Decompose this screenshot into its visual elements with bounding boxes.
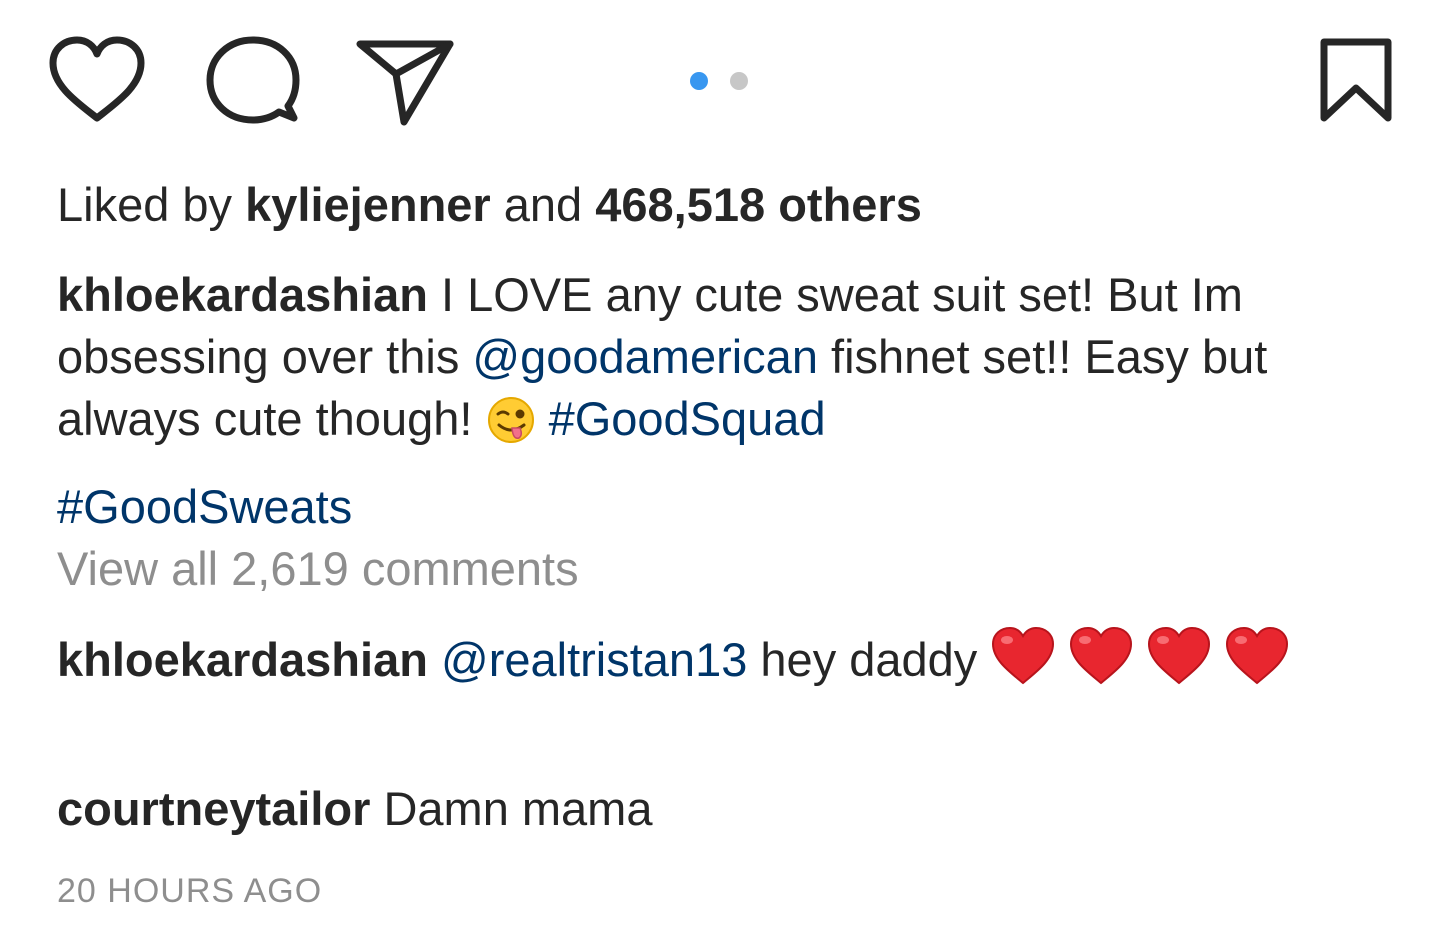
likes-middle: and — [490, 178, 596, 231]
bookmark-icon[interactable] — [1318, 38, 1394, 122]
liker-username-link[interactable]: kyliejenner — [245, 178, 491, 231]
red-heart-icon — [1068, 626, 1134, 717]
red-heart-icon — [1146, 626, 1212, 717]
heart-icon[interactable] — [48, 36, 146, 124]
red-heart-icon — [1224, 626, 1290, 717]
comment-username-link[interactable]: courtneytailor — [57, 782, 370, 835]
winking-face-with-tongue-icon — [486, 395, 536, 476]
heart-emoji-group — [990, 626, 1302, 686]
carousel-indicator — [690, 72, 760, 90]
comment-text: Damn mama — [370, 782, 653, 835]
red-heart-icon — [990, 626, 1056, 717]
comment-item: courtneytailor Damn mama — [57, 778, 1397, 840]
hashtag-link[interactable]: #GoodSquad — [549, 392, 826, 445]
likes-prefix: Liked by — [57, 178, 246, 231]
comment-item: khloekardashian @realtristan13 hey daddy — [57, 626, 1397, 717]
paper-plane-icon[interactable] — [356, 38, 456, 128]
post-caption: khloekardashian I LOVE any cute sweat su… — [57, 264, 1397, 538]
likes-count-link[interactable]: 468,518 others — [595, 178, 922, 231]
comment-mention-link[interactable]: @realtristan13 — [441, 633, 747, 686]
caption-mention-link[interactable]: @goodamerican — [472, 330, 818, 383]
post-action-bar — [0, 0, 1440, 160]
comment-icon[interactable] — [206, 36, 300, 126]
post-timestamp: 20 HOURS AGO — [57, 872, 323, 910]
likes-summary: Liked by kyliejenner and 468,518 others — [57, 174, 1397, 236]
caption-text: khloekardashian I LOVE any cute sweat su… — [57, 264, 1397, 538]
view-all-comments-link[interactable]: View all 2,619 comments — [57, 538, 1397, 600]
comment-text: hey daddy — [747, 633, 991, 686]
hashtag-link[interactable]: #GoodSweats — [57, 480, 352, 533]
carousel-dot — [730, 72, 748, 90]
comment-username-link[interactable]: khloekardashian — [57, 633, 428, 686]
carousel-dot-active — [690, 72, 708, 90]
caption-username-link[interactable]: khloekardashian — [57, 268, 428, 321]
